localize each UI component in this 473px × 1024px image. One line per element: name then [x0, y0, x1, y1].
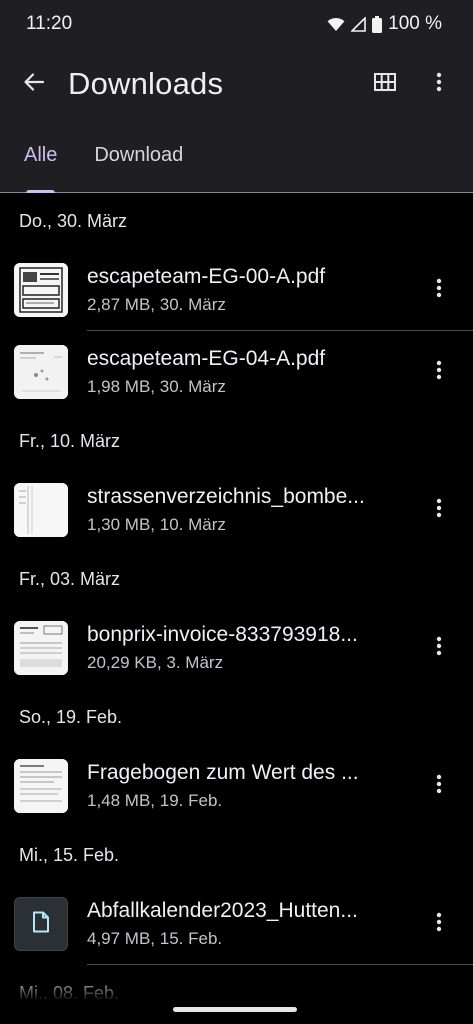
file-name: Abfallkalender2023_Hutten... [87, 899, 358, 922]
list-item[interactable]: escapeteam-EG-04-A.pdf 1,98 MB, 30. März [0, 331, 473, 413]
overflow-menu-button[interactable] [419, 64, 459, 104]
date-header: Fr., 10. März [19, 430, 121, 451]
file-options-button[interactable] [419, 270, 459, 310]
tab-download-label: Download [94, 144, 184, 166]
more-vert-icon [436, 278, 442, 303]
gesture-nav-handle[interactable] [173, 1007, 297, 1012]
file-options-button[interactable] [419, 352, 459, 392]
file-type-thumbnail [14, 897, 68, 951]
file-text: Abfallkalender2023_Hutten... 4,97 MB, 15… [87, 899, 473, 949]
more-vert-icon [436, 360, 442, 385]
page-title: Downloads [68, 66, 224, 101]
status-bar: 11:20 100 % [0, 0, 473, 48]
more-vert-icon [436, 774, 442, 799]
date-header: Do., 30. März [19, 210, 128, 231]
pdf-thumbnail [14, 263, 68, 317]
pdf-thumbnail [14, 621, 68, 675]
pdf-thumbnail [14, 345, 68, 399]
wifi-icon [327, 17, 345, 32]
tab-download[interactable]: Download [94, 119, 183, 192]
status-time: 11:20 [26, 13, 73, 34]
divider [87, 964, 473, 965]
file-name: Fragebogen zum Wert des ... [87, 761, 359, 784]
pdf-thumbnail [14, 759, 68, 813]
list-item[interactable]: Fragebogen zum Wert des ... 1,48 MB, 19.… [0, 745, 473, 827]
date-header: So., 19. Feb. [19, 706, 123, 727]
downloads-screen: 11:20 100 % Downloads Alle Download Do.,… [0, 0, 473, 1024]
more-vert-icon [436, 72, 442, 97]
more-vert-icon [436, 636, 442, 661]
file-name: strassenverzeichnis_bombe... [87, 485, 365, 508]
date-header: Fr., 03. März [19, 568, 121, 589]
file-text: Fragebogen zum Wert des ... 1,48 MB, 19.… [87, 761, 473, 811]
battery-icon [372, 15, 383, 33]
document-icon [32, 911, 50, 938]
file-name: escapeteam-EG-04-A.pdf [87, 347, 326, 370]
date-header: Mi., 15. Feb. [19, 844, 120, 865]
grid-view-button[interactable] [365, 64, 405, 104]
top-area: 11:20 100 % Downloads Alle Download [0, 0, 473, 193]
file-options-button[interactable] [419, 628, 459, 668]
status-icons: 100 % [327, 13, 442, 35]
file-options-button[interactable] [419, 766, 459, 806]
arrow-back-icon [23, 71, 45, 98]
file-meta: 20,29 KB, 3. März [87, 653, 224, 672]
battery-percentage: 100 % [388, 13, 442, 34]
file-text: escapeteam-EG-04-A.pdf 1,98 MB, 30. März [87, 347, 473, 397]
app-bar: Downloads [0, 48, 473, 120]
back-button[interactable] [14, 64, 54, 104]
file-meta: 1,30 MB, 10. März [87, 515, 226, 534]
file-meta: 4,97 MB, 15. Feb. [87, 929, 223, 948]
list-item[interactable]: Abfallkalender2023_Hutten... 4,97 MB, 15… [0, 883, 473, 965]
file-text: bonprix-invoice-833793918... 20,29 KB, 3… [87, 623, 473, 673]
file-text: escapeteam-EG-00-A.pdf 2,87 MB, 30. März [87, 265, 473, 315]
list-item[interactable]: bonprix-invoice-833793918... 20,29 KB, 3… [0, 607, 473, 689]
bottom-fade [0, 975, 473, 1024]
file-text: strassenverzeichnis_bombe... 1,30 MB, 10… [87, 485, 473, 535]
file-name: bonprix-invoice-833793918... [87, 623, 358, 646]
file-meta: 1,98 MB, 30. März [87, 377, 226, 396]
tab-alle[interactable]: Alle [24, 119, 58, 193]
cellular-signal-icon [351, 16, 366, 32]
tab-alle-label: Alle [24, 144, 58, 166]
grid-view-icon [374, 72, 396, 96]
tab-bar: Alle Download [0, 120, 473, 193]
file-meta: 1,48 MB, 19. Feb. [87, 791, 223, 810]
file-meta: 2,87 MB, 30. März [87, 295, 226, 314]
list-item[interactable]: strassenverzeichnis_bombe... 1,30 MB, 10… [0, 469, 473, 551]
file-name: escapeteam-EG-00-A.pdf [87, 265, 326, 288]
more-vert-icon [436, 498, 442, 523]
pdf-thumbnail [14, 483, 68, 537]
downloads-list: Do., 30. März escapeteam-EG-00-A.pdf 2,8… [0, 193, 473, 1021]
list-item[interactable]: escapeteam-EG-00-A.pdf 2,87 MB, 30. März [0, 249, 473, 331]
app-bar-actions [365, 64, 459, 104]
file-options-button[interactable] [419, 490, 459, 530]
more-vert-icon [436, 912, 442, 937]
file-options-button[interactable] [419, 904, 459, 944]
